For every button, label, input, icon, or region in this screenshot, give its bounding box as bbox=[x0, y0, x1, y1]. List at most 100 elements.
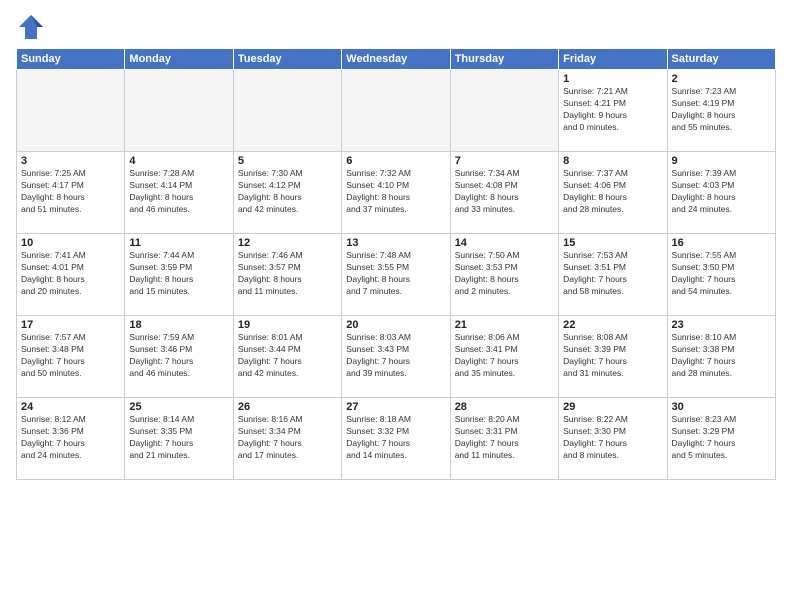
day-info: Sunrise: 8:01 AM Sunset: 3:44 PM Dayligh… bbox=[238, 332, 337, 380]
calendar-cell: 2Sunrise: 7:23 AM Sunset: 4:19 PM Daylig… bbox=[667, 70, 775, 152]
day-info: Sunrise: 7:59 AM Sunset: 3:46 PM Dayligh… bbox=[129, 332, 228, 380]
day-info: Sunrise: 8:20 AM Sunset: 3:31 PM Dayligh… bbox=[455, 414, 554, 462]
calendar-cell: 9Sunrise: 7:39 AM Sunset: 4:03 PM Daylig… bbox=[667, 152, 775, 234]
calendar-cell: 25Sunrise: 8:14 AM Sunset: 3:35 PM Dayli… bbox=[125, 398, 233, 480]
calendar-table: SundayMondayTuesdayWednesdayThursdayFrid… bbox=[16, 48, 776, 480]
day-number: 28 bbox=[455, 401, 554, 413]
day-number: 27 bbox=[346, 401, 445, 413]
day-info: Sunrise: 7:32 AM Sunset: 4:10 PM Dayligh… bbox=[346, 168, 445, 216]
weekday-header-monday: Monday bbox=[125, 49, 233, 70]
calendar-cell: 20Sunrise: 8:03 AM Sunset: 3:43 PM Dayli… bbox=[342, 316, 450, 398]
calendar-cell: 7Sunrise: 7:34 AM Sunset: 4:08 PM Daylig… bbox=[450, 152, 558, 234]
weekday-header-friday: Friday bbox=[559, 49, 667, 70]
calendar-cell: 27Sunrise: 8:18 AM Sunset: 3:32 PM Dayli… bbox=[342, 398, 450, 480]
page-container: SundayMondayTuesdayWednesdayThursdayFrid… bbox=[0, 0, 792, 612]
day-info: Sunrise: 8:03 AM Sunset: 3:43 PM Dayligh… bbox=[346, 332, 445, 380]
day-number: 22 bbox=[563, 319, 662, 331]
weekday-header-thursday: Thursday bbox=[450, 49, 558, 70]
day-info: Sunrise: 7:55 AM Sunset: 3:50 PM Dayligh… bbox=[672, 250, 771, 298]
calendar-cell: 29Sunrise: 8:22 AM Sunset: 3:30 PM Dayli… bbox=[559, 398, 667, 480]
day-number: 9 bbox=[672, 155, 771, 167]
day-number: 25 bbox=[129, 401, 228, 413]
calendar-cell bbox=[233, 70, 341, 152]
day-number: 12 bbox=[238, 237, 337, 249]
week-row-4: 17Sunrise: 7:57 AM Sunset: 3:48 PM Dayli… bbox=[17, 316, 776, 398]
day-number: 16 bbox=[672, 237, 771, 249]
weekday-header-wednesday: Wednesday bbox=[342, 49, 450, 70]
day-info: Sunrise: 7:37 AM Sunset: 4:06 PM Dayligh… bbox=[563, 168, 662, 216]
calendar-cell: 1Sunrise: 7:21 AM Sunset: 4:21 PM Daylig… bbox=[559, 70, 667, 152]
weekday-header-sunday: Sunday bbox=[17, 49, 125, 70]
day-number: 8 bbox=[563, 155, 662, 167]
day-info: Sunrise: 7:50 AM Sunset: 3:53 PM Dayligh… bbox=[455, 250, 554, 298]
calendar-cell: 15Sunrise: 7:53 AM Sunset: 3:51 PM Dayli… bbox=[559, 234, 667, 316]
calendar-cell bbox=[17, 70, 125, 152]
calendar-cell: 3Sunrise: 7:25 AM Sunset: 4:17 PM Daylig… bbox=[17, 152, 125, 234]
day-info: Sunrise: 7:21 AM Sunset: 4:21 PM Dayligh… bbox=[563, 86, 662, 134]
calendar-cell: 4Sunrise: 7:28 AM Sunset: 4:14 PM Daylig… bbox=[125, 152, 233, 234]
day-info: Sunrise: 7:53 AM Sunset: 3:51 PM Dayligh… bbox=[563, 250, 662, 298]
calendar-cell: 30Sunrise: 8:23 AM Sunset: 3:29 PM Dayli… bbox=[667, 398, 775, 480]
day-info: Sunrise: 7:41 AM Sunset: 4:01 PM Dayligh… bbox=[21, 250, 120, 298]
day-number: 20 bbox=[346, 319, 445, 331]
day-number: 17 bbox=[21, 319, 120, 331]
logo bbox=[16, 12, 50, 42]
calendar-cell: 10Sunrise: 7:41 AM Sunset: 4:01 PM Dayli… bbox=[17, 234, 125, 316]
calendar-cell: 13Sunrise: 7:48 AM Sunset: 3:55 PM Dayli… bbox=[342, 234, 450, 316]
day-number: 11 bbox=[129, 237, 228, 249]
day-number: 10 bbox=[21, 237, 120, 249]
weekday-header-row: SundayMondayTuesdayWednesdayThursdayFrid… bbox=[17, 49, 776, 70]
calendar-cell: 26Sunrise: 8:16 AM Sunset: 3:34 PM Dayli… bbox=[233, 398, 341, 480]
day-info: Sunrise: 7:48 AM Sunset: 3:55 PM Dayligh… bbox=[346, 250, 445, 298]
week-row-2: 3Sunrise: 7:25 AM Sunset: 4:17 PM Daylig… bbox=[17, 152, 776, 234]
calendar-cell: 6Sunrise: 7:32 AM Sunset: 4:10 PM Daylig… bbox=[342, 152, 450, 234]
day-number: 15 bbox=[563, 237, 662, 249]
week-row-5: 24Sunrise: 8:12 AM Sunset: 3:36 PM Dayli… bbox=[17, 398, 776, 480]
calendar-cell: 8Sunrise: 7:37 AM Sunset: 4:06 PM Daylig… bbox=[559, 152, 667, 234]
calendar-cell: 11Sunrise: 7:44 AM Sunset: 3:59 PM Dayli… bbox=[125, 234, 233, 316]
calendar-cell: 17Sunrise: 7:57 AM Sunset: 3:48 PM Dayli… bbox=[17, 316, 125, 398]
calendar-cell: 12Sunrise: 7:46 AM Sunset: 3:57 PM Dayli… bbox=[233, 234, 341, 316]
calendar-cell: 22Sunrise: 8:08 AM Sunset: 3:39 PM Dayli… bbox=[559, 316, 667, 398]
day-info: Sunrise: 8:06 AM Sunset: 3:41 PM Dayligh… bbox=[455, 332, 554, 380]
day-info: Sunrise: 7:34 AM Sunset: 4:08 PM Dayligh… bbox=[455, 168, 554, 216]
day-number: 19 bbox=[238, 319, 337, 331]
calendar-cell bbox=[125, 70, 233, 152]
day-number: 18 bbox=[129, 319, 228, 331]
day-info: Sunrise: 8:22 AM Sunset: 3:30 PM Dayligh… bbox=[563, 414, 662, 462]
day-number: 4 bbox=[129, 155, 228, 167]
calendar-cell: 14Sunrise: 7:50 AM Sunset: 3:53 PM Dayli… bbox=[450, 234, 558, 316]
calendar-cell bbox=[450, 70, 558, 152]
week-row-1: 1Sunrise: 7:21 AM Sunset: 4:21 PM Daylig… bbox=[17, 70, 776, 152]
weekday-header-tuesday: Tuesday bbox=[233, 49, 341, 70]
calendar-cell: 24Sunrise: 8:12 AM Sunset: 3:36 PM Dayli… bbox=[17, 398, 125, 480]
day-info: Sunrise: 7:57 AM Sunset: 3:48 PM Dayligh… bbox=[21, 332, 120, 380]
calendar-cell bbox=[342, 70, 450, 152]
day-info: Sunrise: 8:14 AM Sunset: 3:35 PM Dayligh… bbox=[129, 414, 228, 462]
calendar-cell: 5Sunrise: 7:30 AM Sunset: 4:12 PM Daylig… bbox=[233, 152, 341, 234]
day-number: 5 bbox=[238, 155, 337, 167]
day-info: Sunrise: 7:46 AM Sunset: 3:57 PM Dayligh… bbox=[238, 250, 337, 298]
day-info: Sunrise: 8:18 AM Sunset: 3:32 PM Dayligh… bbox=[346, 414, 445, 462]
day-number: 2 bbox=[672, 73, 771, 85]
day-number: 3 bbox=[21, 155, 120, 167]
day-number: 29 bbox=[563, 401, 662, 413]
header bbox=[16, 12, 776, 42]
day-info: Sunrise: 8:10 AM Sunset: 3:38 PM Dayligh… bbox=[672, 332, 771, 380]
calendar-cell: 16Sunrise: 7:55 AM Sunset: 3:50 PM Dayli… bbox=[667, 234, 775, 316]
day-info: Sunrise: 7:44 AM Sunset: 3:59 PM Dayligh… bbox=[129, 250, 228, 298]
calendar-cell: 28Sunrise: 8:20 AM Sunset: 3:31 PM Dayli… bbox=[450, 398, 558, 480]
day-number: 6 bbox=[346, 155, 445, 167]
day-number: 21 bbox=[455, 319, 554, 331]
day-number: 14 bbox=[455, 237, 554, 249]
day-number: 1 bbox=[563, 73, 662, 85]
logo-icon bbox=[16, 12, 46, 42]
day-info: Sunrise: 7:25 AM Sunset: 4:17 PM Dayligh… bbox=[21, 168, 120, 216]
calendar-cell: 18Sunrise: 7:59 AM Sunset: 3:46 PM Dayli… bbox=[125, 316, 233, 398]
day-number: 23 bbox=[672, 319, 771, 331]
calendar-cell: 19Sunrise: 8:01 AM Sunset: 3:44 PM Dayli… bbox=[233, 316, 341, 398]
weekday-header-saturday: Saturday bbox=[667, 49, 775, 70]
day-number: 13 bbox=[346, 237, 445, 249]
calendar-cell: 21Sunrise: 8:06 AM Sunset: 3:41 PM Dayli… bbox=[450, 316, 558, 398]
day-number: 30 bbox=[672, 401, 771, 413]
